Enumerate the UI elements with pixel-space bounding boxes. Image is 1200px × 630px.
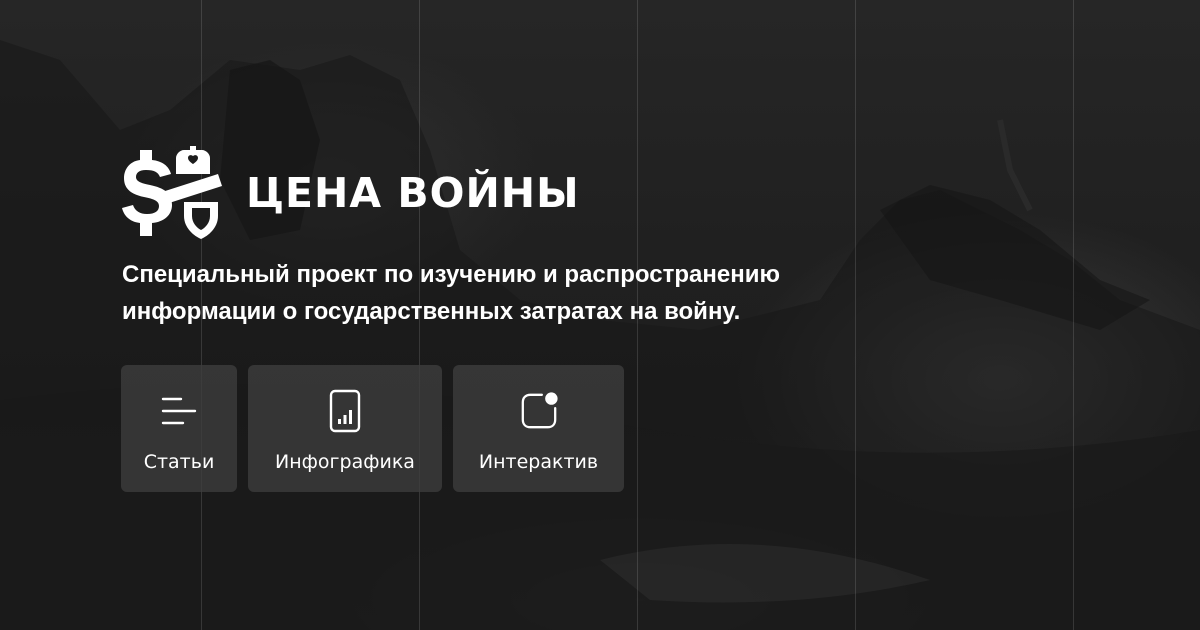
- nav-card-label: Инфографика: [275, 451, 415, 473]
- brand-name: ЦЕНА ВОЙНЫ: [246, 169, 580, 217]
- brand-logo[interactable]: ЦЕНА ВОЙНЫ: [122, 146, 580, 240]
- nav-card-label: Статьи: [143, 451, 215, 473]
- nav-card-infographics[interactable]: Инфографика: [248, 365, 442, 492]
- menu-lines-icon: [159, 389, 199, 433]
- nav-card-label: Интерактив: [478, 451, 599, 473]
- description-line-1: Специальный проект по изучению и распрос…: [122, 261, 780, 288]
- dollar-shield-logo-icon: [122, 146, 222, 239]
- description-line-2: информации о государственных затратах на…: [122, 298, 741, 325]
- nav-card-interactive[interactable]: Интерактив: [453, 365, 624, 492]
- project-description: Специальный проект по изучению и распрос…: [122, 256, 922, 330]
- bar-chart-icon: [325, 389, 365, 433]
- nav-card-articles[interactable]: Статьи: [121, 365, 237, 492]
- grid-line: [1073, 0, 1074, 630]
- notification-square-icon: [519, 389, 559, 433]
